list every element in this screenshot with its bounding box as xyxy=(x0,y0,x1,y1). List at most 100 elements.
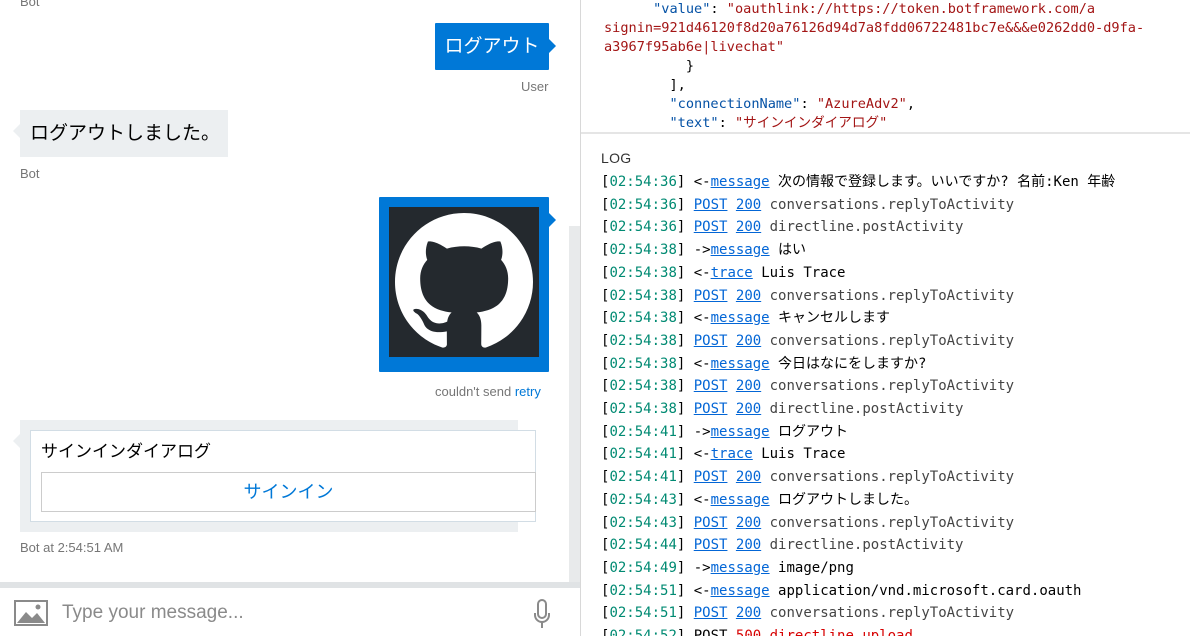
user-message-bubble[interactable]: ログアウト xyxy=(435,23,556,70)
log-activity-link[interactable]: message xyxy=(711,310,770,326)
log-row: [02:54:41] POST 200 conversations.replyT… xyxy=(601,466,1014,488)
log-direction: <- xyxy=(693,174,711,190)
log-method-link[interactable]: POST xyxy=(694,401,728,417)
log-text: はい xyxy=(778,242,807,259)
log-bracket: ] xyxy=(676,446,694,463)
log-route: conversations.replyToActivity xyxy=(769,469,1015,486)
log-activity-link[interactable]: message xyxy=(711,174,770,190)
github-octocat-icon xyxy=(395,213,533,348)
bot-message-bubble[interactable]: ログアウトしました。 xyxy=(13,110,228,157)
log-activity-link[interactable]: message xyxy=(711,356,770,372)
log-bracket: ] xyxy=(676,423,694,440)
log-text: ログアウトしました。 xyxy=(778,491,919,508)
log-route: conversations.replyToActivity xyxy=(769,378,1015,395)
log-activity-link[interactable]: message xyxy=(711,424,770,440)
log-method-link[interactable]: POST xyxy=(694,219,728,235)
log-route: directline.upload xyxy=(769,628,913,636)
log-timestamp: 02:54:41 xyxy=(609,423,677,440)
send-failed-text: couldn't send xyxy=(435,384,512,399)
message-timestamp: Bot at 2:54:51 AM xyxy=(20,540,124,555)
user-image-bubble[interactable] xyxy=(379,197,556,372)
log-timestamp: 02:54:38 xyxy=(609,355,677,372)
log-status-code[interactable]: 200 xyxy=(736,605,761,621)
card-body: サインインダイアログ サインイン xyxy=(30,430,536,522)
log-bracket: ] xyxy=(676,310,694,327)
log-direction: -> xyxy=(693,559,711,576)
log-bracket: ] xyxy=(676,332,694,349)
log-status-code[interactable]: 200 xyxy=(736,288,761,304)
log-timestamp: 02:54:41 xyxy=(609,469,677,486)
log-activity-link[interactable]: message xyxy=(711,492,770,508)
log-timestamp: 02:54:36 xyxy=(609,196,677,213)
sender-label: Bot xyxy=(20,0,40,9)
log-status-code[interactable]: 200 xyxy=(736,197,761,213)
json-line: ], xyxy=(669,77,686,93)
log-bracket: ] xyxy=(676,628,694,636)
sender-label: Bot xyxy=(20,166,40,181)
log-row: [02:54:51] POST 200 conversations.replyT… xyxy=(601,602,1014,624)
log-route: directline.postActivity xyxy=(769,219,964,236)
log-activity-link[interactable]: trace xyxy=(711,446,753,462)
log-activity-link[interactable]: message xyxy=(711,242,770,258)
message-text: ログアウト xyxy=(444,36,540,57)
message-input[interactable]: Type your message... xyxy=(62,602,244,624)
log-direction: -> xyxy=(693,242,711,259)
log-method-link[interactable]: POST xyxy=(694,537,728,553)
log-route: conversations.replyToActivity xyxy=(769,514,1015,531)
log-method-link[interactable]: POST xyxy=(694,333,728,349)
json-line: a3967f95ab6e|livechat" xyxy=(604,39,785,55)
log-bracket: ] xyxy=(676,242,694,259)
log-bracket: ] xyxy=(676,559,694,576)
log-status-code[interactable]: 200 xyxy=(736,401,761,417)
log-method-link[interactable]: POST xyxy=(694,605,728,621)
oauth-card: サインインダイアログ サインイン xyxy=(13,420,536,532)
log-direction: <- xyxy=(693,355,711,372)
json-line: "text": "サインインダイアログ" xyxy=(669,115,888,131)
microphone-icon[interactable] xyxy=(532,598,552,635)
log-status-code[interactable]: 500 xyxy=(736,628,761,636)
log-direction: -> xyxy=(693,423,711,440)
message-text: ログアウトしました。 xyxy=(30,123,221,144)
chat-scrollbar[interactable] xyxy=(569,226,580,582)
send-status: couldn't send retry xyxy=(435,384,541,399)
log-activity-link[interactable]: message xyxy=(711,560,770,576)
log-row: [02:54:52] POST 500 directline.upload xyxy=(601,625,913,636)
log-timestamp: 02:54:38 xyxy=(609,332,677,349)
log-method-link[interactable]: POST xyxy=(694,197,728,213)
json-line: signin=921d46120f8d20a76126d94d7a8fdd067… xyxy=(604,20,1145,36)
log-method-link[interactable]: POST xyxy=(694,515,728,531)
log-method-link[interactable]: POST xyxy=(694,469,728,485)
log-text: キャンセルします xyxy=(778,310,891,327)
log-route: conversations.replyToActivity xyxy=(769,605,1015,622)
log-timestamp: 02:54:51 xyxy=(609,582,677,599)
log-method-link[interactable]: POST xyxy=(694,288,728,304)
log-activity-link[interactable]: trace xyxy=(711,265,753,281)
signin-button[interactable]: サインイン xyxy=(41,472,536,512)
log-bracket: ] xyxy=(676,491,694,508)
log-row: [02:54:38] POST 200 conversations.replyT… xyxy=(601,330,1014,352)
log-row: [02:54:41] <-trace Luis Trace xyxy=(601,443,845,465)
panel-splitter[interactable] xyxy=(581,132,1190,134)
log-status-code[interactable]: 200 xyxy=(736,219,761,235)
image-upload-icon[interactable] xyxy=(14,600,48,631)
log-status-code[interactable]: 200 xyxy=(736,469,761,485)
log-timestamp: 02:54:38 xyxy=(609,264,677,281)
log-timestamp: 02:54:36 xyxy=(609,174,677,190)
json-line: } xyxy=(685,58,695,74)
log-bracket: ] xyxy=(676,401,694,417)
log-method-link[interactable]: POST xyxy=(694,378,728,394)
log-panel: [02:54:36] <-message 次の情報で登録します。いいですか? 名… xyxy=(581,172,1190,636)
log-timestamp: 02:54:41 xyxy=(609,446,677,463)
log-direction: <- xyxy=(693,264,711,281)
log-status-code[interactable]: 200 xyxy=(736,333,761,349)
log-bracket: ] xyxy=(676,537,694,554)
log-status-code[interactable]: 200 xyxy=(736,537,761,553)
retry-link[interactable]: retry xyxy=(515,384,541,399)
log-bracket: ] xyxy=(676,605,694,622)
log-status-code[interactable]: 200 xyxy=(736,515,761,531)
log-status-code[interactable]: 200 xyxy=(736,378,761,394)
log-row: [02:54:38] POST 200 directline.postActiv… xyxy=(601,398,964,420)
log-text: 今日はなにをしますか? xyxy=(778,355,927,372)
github-octocat-image[interactable] xyxy=(389,207,539,357)
log-activity-link[interactable]: message xyxy=(711,583,770,599)
